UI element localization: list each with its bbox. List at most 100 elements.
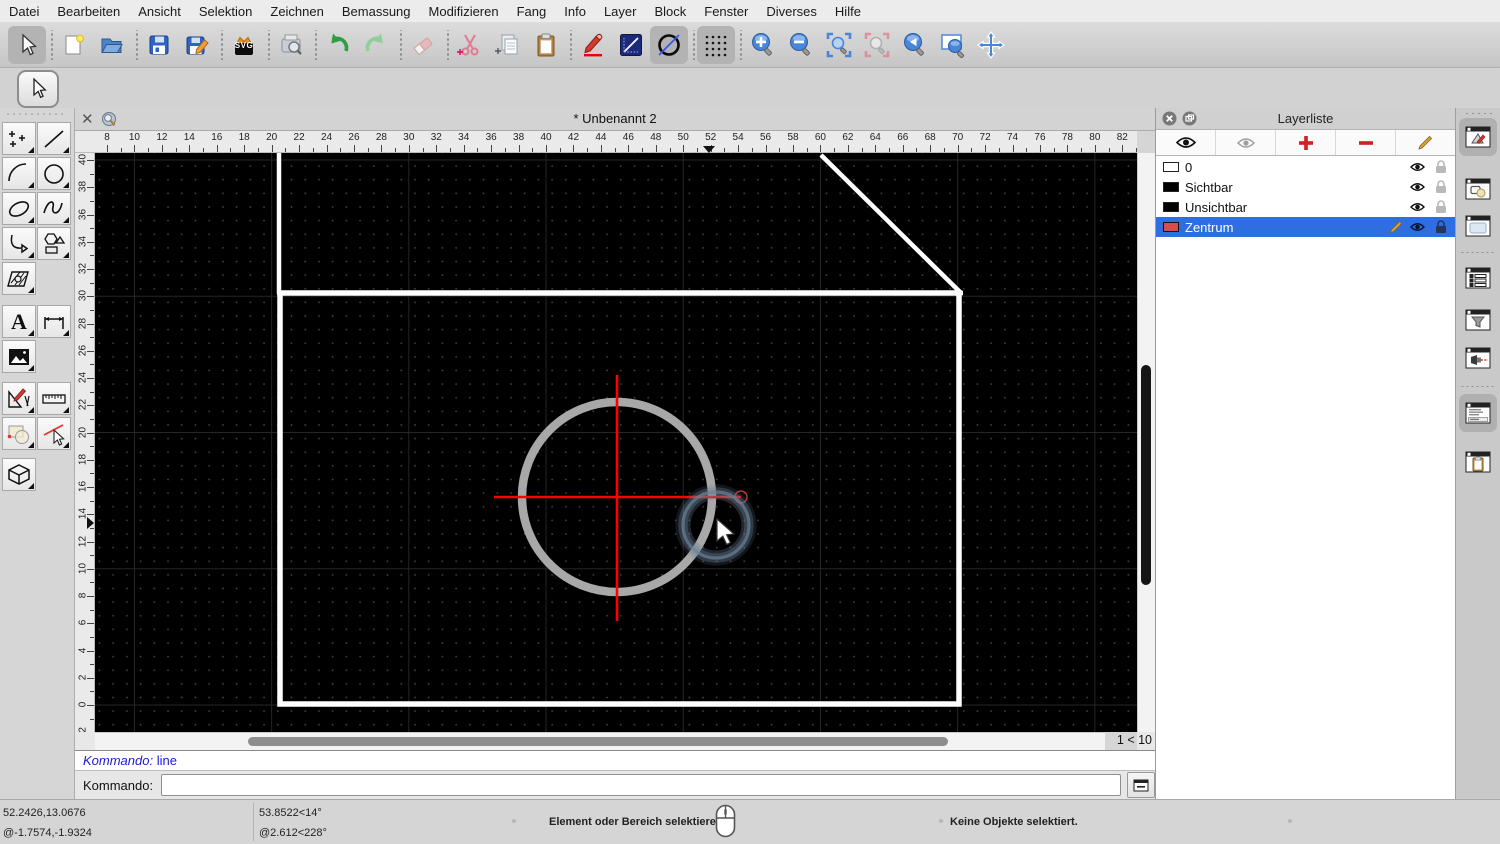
- new-document-button[interactable]: [55, 26, 93, 64]
- zoom-pan-button[interactable]: [972, 26, 1010, 64]
- copy-button[interactable]: [489, 26, 527, 64]
- menu-item-bemassung[interactable]: Bemassung: [333, 4, 420, 19]
- layer-row-0[interactable]: 0: [1156, 157, 1455, 177]
- layer-lock-icon[interactable]: [1435, 200, 1447, 214]
- drawing-canvas[interactable]: [95, 153, 1137, 732]
- pen-button[interactable]: [574, 26, 612, 64]
- dock-clipboard-button[interactable]: [1459, 443, 1497, 481]
- dock-library-browser-button[interactable]: [1459, 207, 1497, 245]
- layer-visibility-icon[interactable]: [1410, 162, 1425, 172]
- remove-layer-button[interactable]: [1336, 130, 1396, 155]
- hatch-tool[interactable]: [2, 262, 36, 295]
- dock-command-widget-button[interactable]: [1459, 394, 1497, 432]
- dock-entity-list-button[interactable]: [1459, 259, 1497, 297]
- vertical-scroll-thumb[interactable]: [1141, 365, 1151, 585]
- spline-tool[interactable]: [37, 192, 71, 225]
- circle-tool[interactable]: [37, 157, 71, 190]
- menu-item-block[interactable]: Block: [645, 4, 695, 19]
- print-preview-button[interactable]: [272, 26, 310, 64]
- menu-item-fang[interactable]: Fang: [508, 4, 556, 19]
- layer-row-unsichtbar[interactable]: Unsichtbar: [1156, 197, 1455, 217]
- layer-visibility-icon[interactable]: [1410, 182, 1425, 192]
- polyline-tool[interactable]: [2, 227, 36, 260]
- menu-item-ansicht[interactable]: Ansicht: [129, 4, 190, 19]
- edit-layer-button[interactable]: [1396, 130, 1455, 155]
- layer-color-swatch[interactable]: [1163, 162, 1179, 172]
- solid-3d-tool[interactable]: [2, 458, 36, 491]
- tab-title[interactable]: * Unbenannt 2: [75, 111, 1155, 126]
- show-all-layers-button[interactable]: [1156, 130, 1216, 155]
- ellipse-tool[interactable]: [2, 192, 36, 225]
- layer-visibility-icon[interactable]: [1410, 202, 1425, 212]
- add-layer-button[interactable]: [1276, 130, 1336, 155]
- open-document-button[interactable]: [93, 26, 131, 64]
- layer-name[interactable]: Sichtbar: [1185, 180, 1233, 195]
- zoom-selection-button[interactable]: [858, 26, 896, 64]
- layer-color-swatch[interactable]: [1163, 222, 1179, 232]
- command-widget-toggle-button[interactable]: [1127, 772, 1155, 798]
- arc-tool[interactable]: [2, 157, 36, 190]
- layer-visibility-icon[interactable]: [1410, 222, 1425, 232]
- layer-name[interactable]: Unsichtbar: [1185, 200, 1247, 215]
- zoom-in-button[interactable]: [744, 26, 782, 64]
- undo-button[interactable]: [319, 26, 357, 64]
- hide-all-layers-button[interactable]: [1216, 130, 1276, 155]
- menu-item-layer[interactable]: Layer: [595, 4, 646, 19]
- menu-item-zeichnen[interactable]: Zeichnen: [261, 4, 332, 19]
- horizontal-scroll-thumb[interactable]: [248, 737, 948, 746]
- dock-drag-handle[interactable]: [1464, 112, 1494, 115]
- dock-entity-filter-button[interactable]: [1459, 301, 1497, 339]
- vertical-scrollbar[interactable]: [1137, 153, 1155, 732]
- menu-item-info[interactable]: Info: [555, 4, 595, 19]
- select-entity-tool[interactable]: [37, 417, 71, 450]
- layer-name[interactable]: 0: [1185, 160, 1192, 175]
- circle-tool-button[interactable]: [650, 26, 688, 64]
- layer-name[interactable]: Zentrum: [1185, 220, 1233, 235]
- delete-button[interactable]: [404, 26, 442, 64]
- menu-item-hilfe[interactable]: Hilfe: [826, 4, 870, 19]
- palette-drag-handle[interactable]: [5, 112, 67, 116]
- layer-lock-icon[interactable]: [1435, 160, 1447, 174]
- menu-item-datei[interactable]: Datei: [0, 4, 48, 19]
- paste-button[interactable]: [527, 26, 565, 64]
- menu-item-selektion[interactable]: Selektion: [190, 4, 261, 19]
- layer-row-sichtbar[interactable]: Sichtbar: [1156, 177, 1455, 197]
- zoom-window-button[interactable]: [934, 26, 972, 64]
- layer-lock-icon[interactable]: [1435, 220, 1447, 234]
- cut-button[interactable]: [451, 26, 489, 64]
- command-input[interactable]: [161, 774, 1121, 796]
- zoom-out-button[interactable]: [782, 26, 820, 64]
- export-svg-button[interactable]: SVG: [225, 26, 263, 64]
- menu-item-diverses[interactable]: Diverses: [757, 4, 826, 19]
- dock-block-list-button[interactable]: [1459, 170, 1497, 208]
- zoom-previous-button[interactable]: [896, 26, 934, 64]
- dock-exploded-view-button[interactable]: [1459, 339, 1497, 377]
- zoom-auto-button[interactable]: [820, 26, 858, 64]
- grid-toggle-button[interactable]: [697, 26, 735, 64]
- dimension-tool[interactable]: [37, 305, 71, 338]
- layer-color-swatch[interactable]: [1163, 202, 1179, 212]
- block-tool[interactable]: [2, 417, 36, 450]
- horizontal-scrollbar[interactable]: [95, 732, 1105, 750]
- dock-layer-list-button[interactable]: [1459, 118, 1497, 156]
- points-tool[interactable]: [2, 122, 36, 155]
- menu-item-modifizieren[interactable]: Modifizieren: [420, 4, 508, 19]
- select-tool-button[interactable]: [8, 26, 46, 64]
- layer-color-swatch[interactable]: [1163, 182, 1179, 192]
- save-button[interactable]: [140, 26, 178, 64]
- polygon-tool[interactable]: [37, 227, 71, 260]
- line-tool[interactable]: [37, 122, 71, 155]
- layer-row-zentrum[interactable]: Zentrum: [1156, 217, 1455, 237]
- image-tool[interactable]: [2, 340, 36, 373]
- layer-lock-icon[interactable]: [1435, 180, 1447, 194]
- layer-edit-icon[interactable]: [1389, 220, 1403, 234]
- text-tool[interactable]: A: [2, 305, 36, 338]
- line-tool-button[interactable]: [612, 26, 650, 64]
- save-as-button[interactable]: [178, 26, 216, 64]
- redo-button[interactable]: [357, 26, 395, 64]
- select-arrow-button[interactable]: [17, 70, 59, 108]
- menu-item-fenster[interactable]: Fenster: [695, 4, 757, 19]
- menu-item-bearbeiten[interactable]: Bearbeiten: [48, 4, 129, 19]
- modify-tool[interactable]: [2, 382, 36, 415]
- measure-tool[interactable]: [37, 382, 71, 415]
